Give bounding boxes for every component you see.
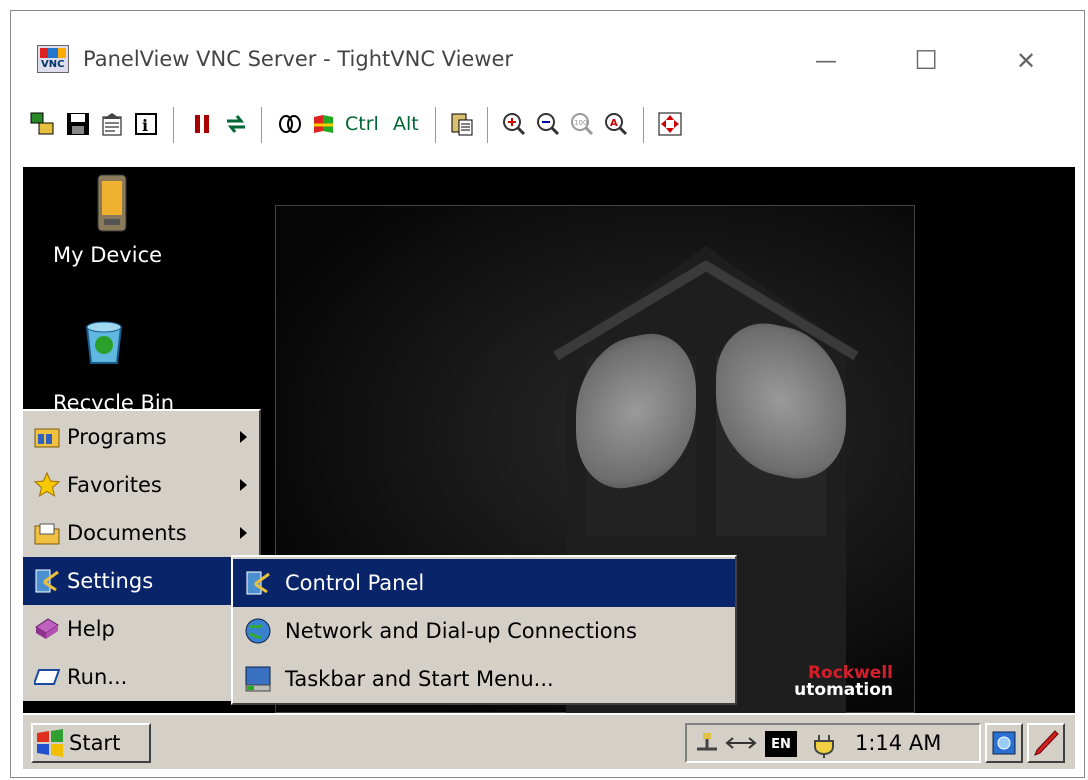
- new-connection-button[interactable]: [27, 109, 57, 139]
- start-menu-item-favorites[interactable]: Favorites: [23, 461, 259, 509]
- submenu-item-taskbar[interactable]: Taskbar and Start Menu...: [233, 655, 735, 703]
- pda-icon: [97, 174, 127, 232]
- desktop-switch-button[interactable]: [985, 723, 1023, 763]
- pause-button[interactable]: [187, 109, 217, 139]
- taskbar-clock[interactable]: 1:14 AM: [855, 731, 941, 755]
- input-language-indicator[interactable]: EN: [765, 731, 797, 757]
- options-icon: [102, 113, 122, 136]
- zoom-auto-button[interactable]: A: [601, 109, 631, 139]
- transfer-files-button[interactable]: [275, 109, 305, 139]
- start-menu: Programs Favorites Documents Settings He…: [21, 409, 261, 701]
- network-icon: [243, 616, 273, 646]
- minimize-icon: —: [815, 48, 837, 74]
- zoom-in-icon: [503, 113, 526, 136]
- taskbar: Start EN 1:14 AM: [23, 713, 1075, 769]
- window-title: PanelView VNC Server - TightVNC Viewer: [83, 47, 514, 71]
- desktop-icon-my-device[interactable]: My Device: [41, 173, 181, 283]
- refresh-icon: [227, 115, 245, 133]
- save-icon: [67, 113, 89, 135]
- start-menu-item-documents[interactable]: Documents: [23, 509, 259, 557]
- zoom-in-button[interactable]: [499, 109, 529, 139]
- connection-info-icon: i: [135, 113, 157, 135]
- tightvnc-app-icon: VNC: [37, 45, 69, 73]
- help-icon: [33, 615, 61, 643]
- vnc-toolbar: i Ctrl Alt 100 A: [11, 95, 1084, 157]
- maximize-button[interactable]: ☐: [901, 41, 951, 81]
- chevron-right-icon: [240, 527, 247, 539]
- connection-info-button[interactable]: i: [131, 109, 161, 139]
- desktop-icon-label: My Device: [53, 243, 163, 267]
- windows-logo-icon: [37, 729, 63, 757]
- control-panel-icon: [243, 568, 273, 598]
- fullscreen-button[interactable]: [655, 109, 685, 139]
- svg-text:i: i: [142, 116, 148, 135]
- submenu-item-network[interactable]: Network and Dial-up Connections: [233, 607, 735, 655]
- fullscreen-icon: [658, 112, 682, 136]
- clipboard-button[interactable]: [447, 109, 477, 139]
- start-menu-item-programs[interactable]: Programs: [23, 413, 259, 461]
- input-panel-button[interactable]: [1027, 723, 1065, 763]
- clipboard-icon: [451, 113, 473, 136]
- new-connection-icon: [30, 112, 54, 135]
- usb-device-icon[interactable]: [693, 731, 721, 757]
- save-button[interactable]: [63, 109, 93, 139]
- favorites-icon: [33, 471, 61, 499]
- start-menu-item-help[interactable]: Help: [23, 605, 259, 653]
- start-button[interactable]: Start: [31, 723, 151, 763]
- power-plug-icon[interactable]: [809, 729, 841, 759]
- run-icon: [33, 663, 61, 691]
- send-ctrl-button[interactable]: Ctrl: [345, 113, 379, 135]
- pen-icon: [1034, 730, 1059, 756]
- settings-icon: [33, 567, 61, 595]
- transfer-files-icon: [279, 115, 301, 133]
- svg-text:A: A: [610, 118, 618, 129]
- options-button[interactable]: [97, 109, 127, 139]
- rockwell-automation-logo: Rockwell utomation: [794, 663, 893, 700]
- documents-icon: [33, 519, 61, 547]
- zoom-100-button[interactable]: 100: [567, 109, 597, 139]
- pause-icon: [195, 115, 209, 133]
- zoom-out-icon: [537, 113, 560, 136]
- chevron-right-icon: [240, 431, 247, 443]
- start-menu-item-run[interactable]: Run...: [23, 653, 259, 701]
- minimize-button[interactable]: —: [801, 41, 851, 81]
- send-cad-button[interactable]: [309, 109, 339, 139]
- maximize-icon: ☐: [914, 46, 938, 76]
- send-alt-button[interactable]: Alt: [393, 113, 419, 135]
- vnc-viewer-window: VNC PanelView VNC Server - TightVNC View…: [10, 10, 1085, 778]
- submenu-item-control-panel[interactable]: Control Panel: [233, 559, 735, 607]
- start-menu-item-settings[interactable]: Settings: [23, 557, 259, 605]
- desktop-switch-icon: [992, 731, 1016, 755]
- title-bar[interactable]: VNC PanelView VNC Server - TightVNC View…: [11, 11, 1084, 95]
- close-icon: ✕: [1015, 47, 1037, 75]
- recycle-bin-icon: [85, 321, 123, 364]
- zoom-auto-icon: A: [605, 113, 628, 136]
- settings-submenu: Control Panel Network and Dial-up Connec…: [231, 555, 737, 705]
- send-cad-icon: [314, 115, 333, 133]
- svg-text:100: 100: [574, 119, 587, 127]
- connection-status-icon[interactable]: [725, 733, 759, 753]
- programs-icon: [33, 423, 61, 451]
- close-button[interactable]: ✕: [1001, 41, 1051, 81]
- zoom-100-icon: 100: [571, 113, 594, 136]
- refresh-button[interactable]: [221, 109, 251, 139]
- system-tray: EN 1:14 AM: [685, 723, 981, 763]
- chevron-right-icon: [240, 479, 247, 491]
- taskbar-icon: [243, 664, 273, 694]
- zoom-out-button[interactable]: [533, 109, 563, 139]
